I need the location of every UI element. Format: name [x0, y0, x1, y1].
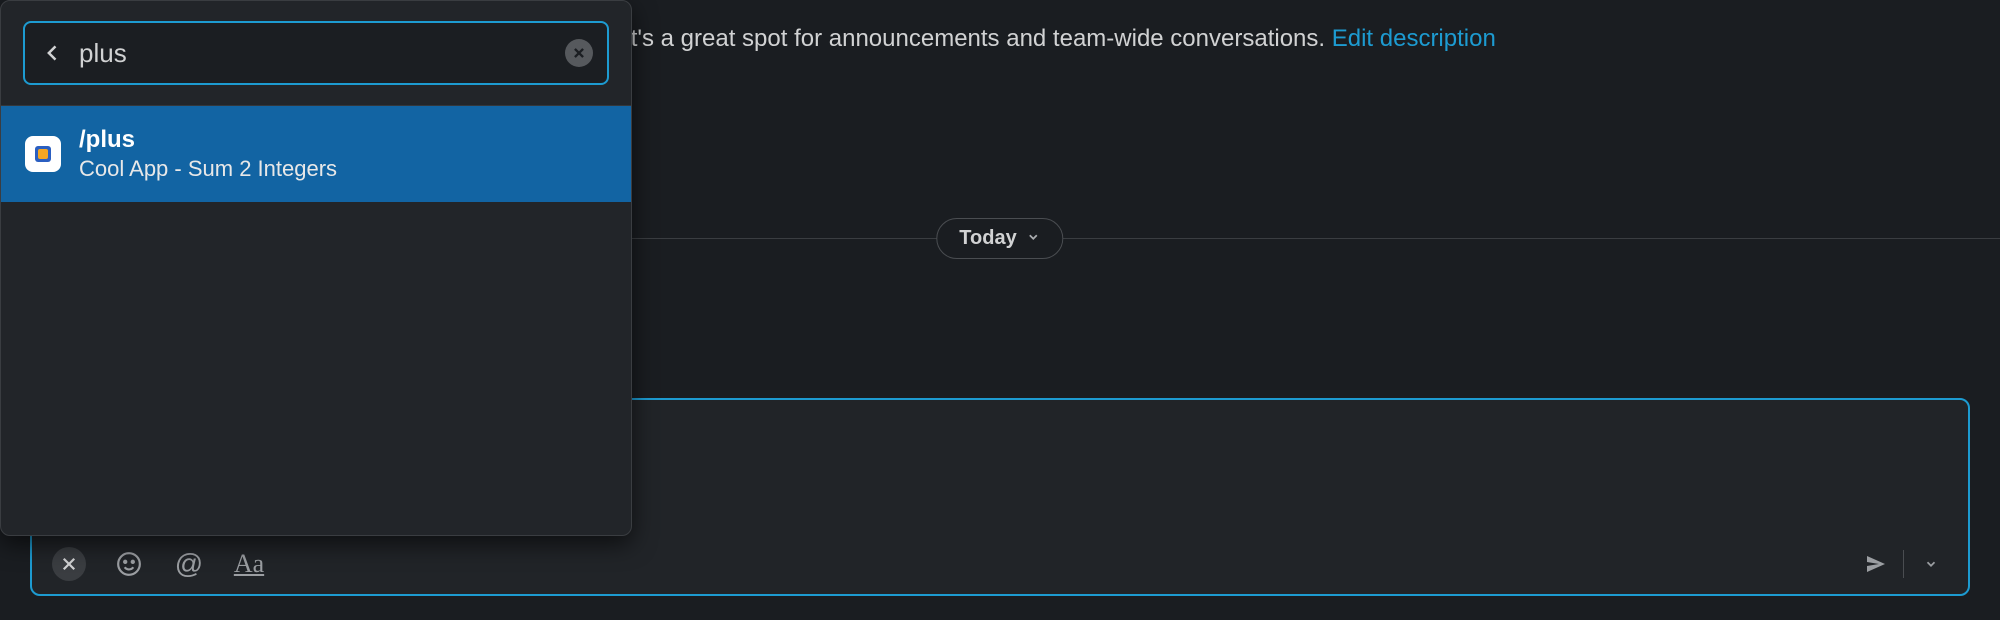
- send-group: [1859, 547, 1948, 581]
- edit-description-link[interactable]: Edit description: [1332, 25, 1496, 52]
- popup-search-field[interactable]: [23, 21, 609, 85]
- chevron-down-icon: [1027, 230, 1041, 247]
- mention-button[interactable]: @: [172, 547, 206, 581]
- popup-search-wrap: [1, 1, 631, 106]
- clear-search-button[interactable]: [565, 39, 593, 67]
- channel-description: e everyone. It's a great spot for announ…: [492, 25, 1496, 53]
- date-pill[interactable]: Today: [936, 218, 1063, 259]
- date-label: Today: [959, 227, 1016, 250]
- result-command: /plus: [79, 124, 337, 155]
- emoji-button[interactable]: [112, 547, 146, 581]
- autocomplete-result[interactable]: /plus Cool App - Sum 2 Integers: [1, 106, 631, 202]
- formatting-button[interactable]: Aa: [232, 547, 266, 581]
- command-autocomplete-popup: /plus Cool App - Sum 2 Integers: [0, 0, 632, 536]
- result-subtitle: Cool App - Sum 2 Integers: [79, 155, 337, 184]
- app-icon: [25, 136, 61, 172]
- send-button[interactable]: [1859, 547, 1893, 581]
- result-text: /plus Cool App - Sum 2 Integers: [79, 124, 337, 184]
- back-button[interactable]: [39, 39, 67, 67]
- composer-toolbar: @ Aa: [32, 534, 1968, 594]
- command-search-input[interactable]: [79, 38, 553, 69]
- send-options-button[interactable]: [1914, 547, 1948, 581]
- close-attachment-button[interactable]: [52, 547, 86, 581]
- send-divider: [1903, 550, 1904, 578]
